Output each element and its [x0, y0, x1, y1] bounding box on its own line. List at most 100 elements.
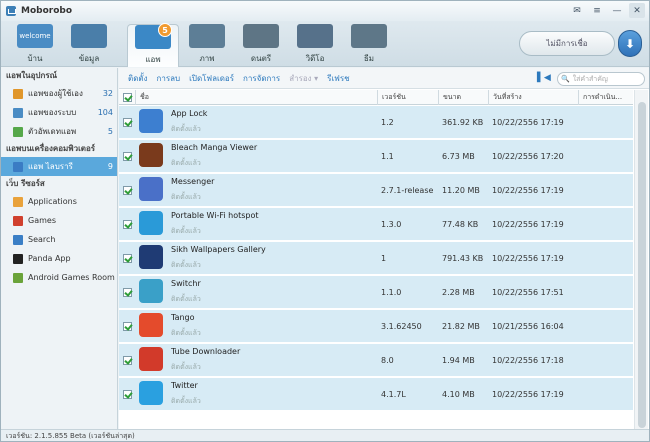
app-version: 1.1: [381, 152, 394, 161]
toolbar-tab-theme[interactable]: ธีม: [343, 24, 395, 67]
app-name: Sikh Wallpapers Gallery: [171, 245, 266, 254]
sidebar-web-item[interactable]: Applications: [1, 192, 117, 211]
sidebar-web-item-icon: [13, 215, 23, 226]
select-all-checkbox[interactable]: [123, 93, 132, 102]
row-checkbox[interactable]: [123, 152, 132, 161]
table-row[interactable]: Twitter ติดตั้งแล้ว 4.1.7L 4.10 MB 10/22/255…: [119, 378, 633, 411]
app-version: 1.3.0: [381, 220, 402, 229]
app-size: 2.28 MB: [442, 288, 475, 297]
sidebar-web-item-icon: [13, 234, 23, 245]
toolbar-tab-apps[interactable]: แอพ 5: [127, 23, 179, 67]
app-date: 10/22/2556 17:19: [492, 390, 564, 399]
table-row[interactable]: Bleach Manga Viewer ติดตั้งแล้ว 1.1 6.73 MB…: [119, 140, 633, 173]
search-placeholder: ใส่คำสำคัญ: [572, 74, 608, 83]
row-checkbox[interactable]: [123, 118, 132, 127]
minimize-icon[interactable]: —: [609, 3, 625, 18]
sidebar-web-item[interactable]: Android Games Room: [1, 268, 117, 287]
app-name: Switchr: [171, 279, 201, 288]
sidebar-web-item[interactable]: Games: [1, 211, 117, 230]
toolbar-tab-music[interactable]: ดนตรี: [235, 24, 287, 67]
row-checkbox[interactable]: [123, 186, 132, 195]
column-header[interactable]: ชื่อ: [135, 90, 377, 105]
row-checkbox[interactable]: [123, 356, 132, 365]
app-size: 21.82 MB: [442, 322, 480, 331]
app-icon: [139, 109, 163, 133]
sidebar-device-item-label: แอพของผู้ใช้เอง: [28, 89, 83, 98]
action-bar: ติดตั้ง การลบ เปิดโฟลเดอร์ การจัดการ สำรอง ▾…: [119, 68, 649, 89]
app-icon: [139, 347, 163, 371]
sidebar-web-item-icon: [13, 272, 23, 283]
app-version: 8.0: [381, 356, 394, 365]
app-version: 1.1.0: [381, 288, 402, 297]
sidebar-web-item-label: Games: [28, 216, 56, 225]
music-icon: [243, 24, 279, 48]
sidebar-web-item[interactable]: Panda App: [1, 249, 117, 268]
action-6[interactable]: รีเฟรช: [327, 72, 349, 85]
column-header[interactable]: เวอร์ชัน: [377, 90, 438, 105]
scrollbar-thumb[interactable]: [638, 102, 646, 428]
row-checkbox[interactable]: [123, 288, 132, 297]
close-icon[interactable]: ✕: [629, 3, 645, 18]
photo-icon: [189, 24, 225, 48]
table-row[interactable]: Portable Wi-Fi hotspot ติดตั้งแล้ว 1.3.0 77…: [119, 208, 633, 241]
sidebar-pc-item[interactable]: แอพ ไลบรารี 9: [1, 157, 117, 176]
sidebar-section-web: เว็บ รีซอร์ส: [6, 179, 45, 188]
toolbar-tab-data[interactable]: ข้อมูล: [63, 24, 115, 67]
action-4[interactable]: การจัดการ: [243, 72, 280, 85]
column-header[interactable]: วันที่สร้าง: [488, 90, 578, 105]
app-icon: [139, 279, 163, 303]
table-row[interactable]: Messenger ติดตั้งแล้ว 2.7.1-release 11.20 M…: [119, 174, 633, 207]
menu-icon[interactable]: ≡: [589, 3, 605, 18]
message-icon[interactable]: ✉: [569, 3, 585, 18]
toolbar-tab-home[interactable]: welcome บ้าน: [9, 24, 61, 67]
table-row[interactable]: Sikh Wallpapers Gallery ติดตั้งแล้ว 1 791.4…: [119, 242, 633, 275]
row-checkbox[interactable]: [123, 220, 132, 229]
table-row[interactable]: Tube Downloader ติดตั้งแล้ว 8.0 1.94 MB 10/2…: [119, 344, 633, 377]
table-row[interactable]: App Lock ติดตั้งแล้ว 1.2 361.92 KB 10/22/255…: [119, 106, 633, 139]
app-size: 1.94 MB: [442, 356, 475, 365]
list-view-icon[interactable]: ▌◀: [537, 73, 551, 83]
connect-device-button[interactable]: ไม่มีการเชื่อ: [519, 31, 615, 56]
search-input[interactable]: 🔍 ใส่คำสำคัญ: [557, 72, 645, 86]
sidebar-device-item-icon: [13, 88, 23, 99]
vertical-scrollbar[interactable]: [634, 90, 648, 429]
toolbar-tab-label: วิดีโอ: [305, 54, 325, 63]
table-row[interactable]: Switchr ติดตั้งแล้ว 1.1.0 2.28 MB 10/22/2556…: [119, 276, 633, 309]
install-status: ติดตั้งแล้ว: [171, 295, 201, 303]
app-date: 10/22/2556 17:51: [492, 288, 564, 297]
sidebar-device-item-label: ตัวอัพเดทแอพ: [28, 127, 77, 136]
sidebar-device-item[interactable]: แอพของผู้ใช้เอง 32: [1, 84, 117, 103]
search-icon: 🔍: [561, 75, 570, 83]
sidebar: แอพในอุปกรณ์ แอพของผู้ใช้เอง 32 แอพของระบบ…: [1, 68, 118, 429]
action-1[interactable]: ติดตั้ง: [128, 72, 148, 85]
row-checkbox[interactable]: [123, 390, 132, 399]
app-date: 10/22/2556 17:19: [492, 254, 564, 263]
sidebar-web-item[interactable]: Search: [1, 230, 117, 249]
column-header[interactable]: ขนาด: [438, 90, 488, 105]
app-date: 10/22/2556 17:20: [492, 152, 564, 161]
install-status: ติดตั้งแล้ว: [171, 193, 201, 201]
sidebar-device-item-icon: [13, 107, 23, 118]
toolbar-tab-photo[interactable]: ภาพ: [181, 24, 233, 67]
install-status: ติดตั้งแล้ว: [171, 261, 201, 269]
app-version: 4.1.7L: [381, 390, 406, 399]
app-date: 10/21/2556 16:04: [492, 322, 564, 331]
sidebar-device-item[interactable]: ตัวอัพเดทแอพ 5: [1, 122, 117, 141]
theme-icon: [351, 24, 387, 48]
download-manager-button[interactable]: ⬇: [618, 30, 642, 57]
action-3[interactable]: เปิดโฟลเดอร์: [189, 72, 234, 85]
sidebar-device-item-count: 32: [102, 89, 113, 98]
toolbar-tab-label: แอพ: [145, 55, 161, 64]
app-name: App Lock: [171, 109, 208, 118]
table-row[interactable]: Tango ติดตั้งแล้ว 3.1.62450 21.82 MB 10/21/2…: [119, 310, 633, 343]
sidebar-device-item[interactable]: แอพของระบบ 104: [1, 103, 117, 122]
sidebar-pc-item-count: 9: [107, 162, 113, 171]
install-status: ติดตั้งแล้ว: [171, 159, 201, 167]
sidebar-section-pc: แอพบนเครื่องคอมพิวเตอร์: [6, 144, 96, 153]
row-checkbox[interactable]: [123, 322, 132, 331]
action-2[interactable]: การลบ: [157, 72, 181, 85]
row-checkbox[interactable]: [123, 254, 132, 263]
toolbar-tab-video[interactable]: วิดีโอ: [289, 24, 341, 67]
column-header[interactable]: การดำเนิน...: [578, 90, 633, 105]
app-icon: [139, 313, 163, 337]
